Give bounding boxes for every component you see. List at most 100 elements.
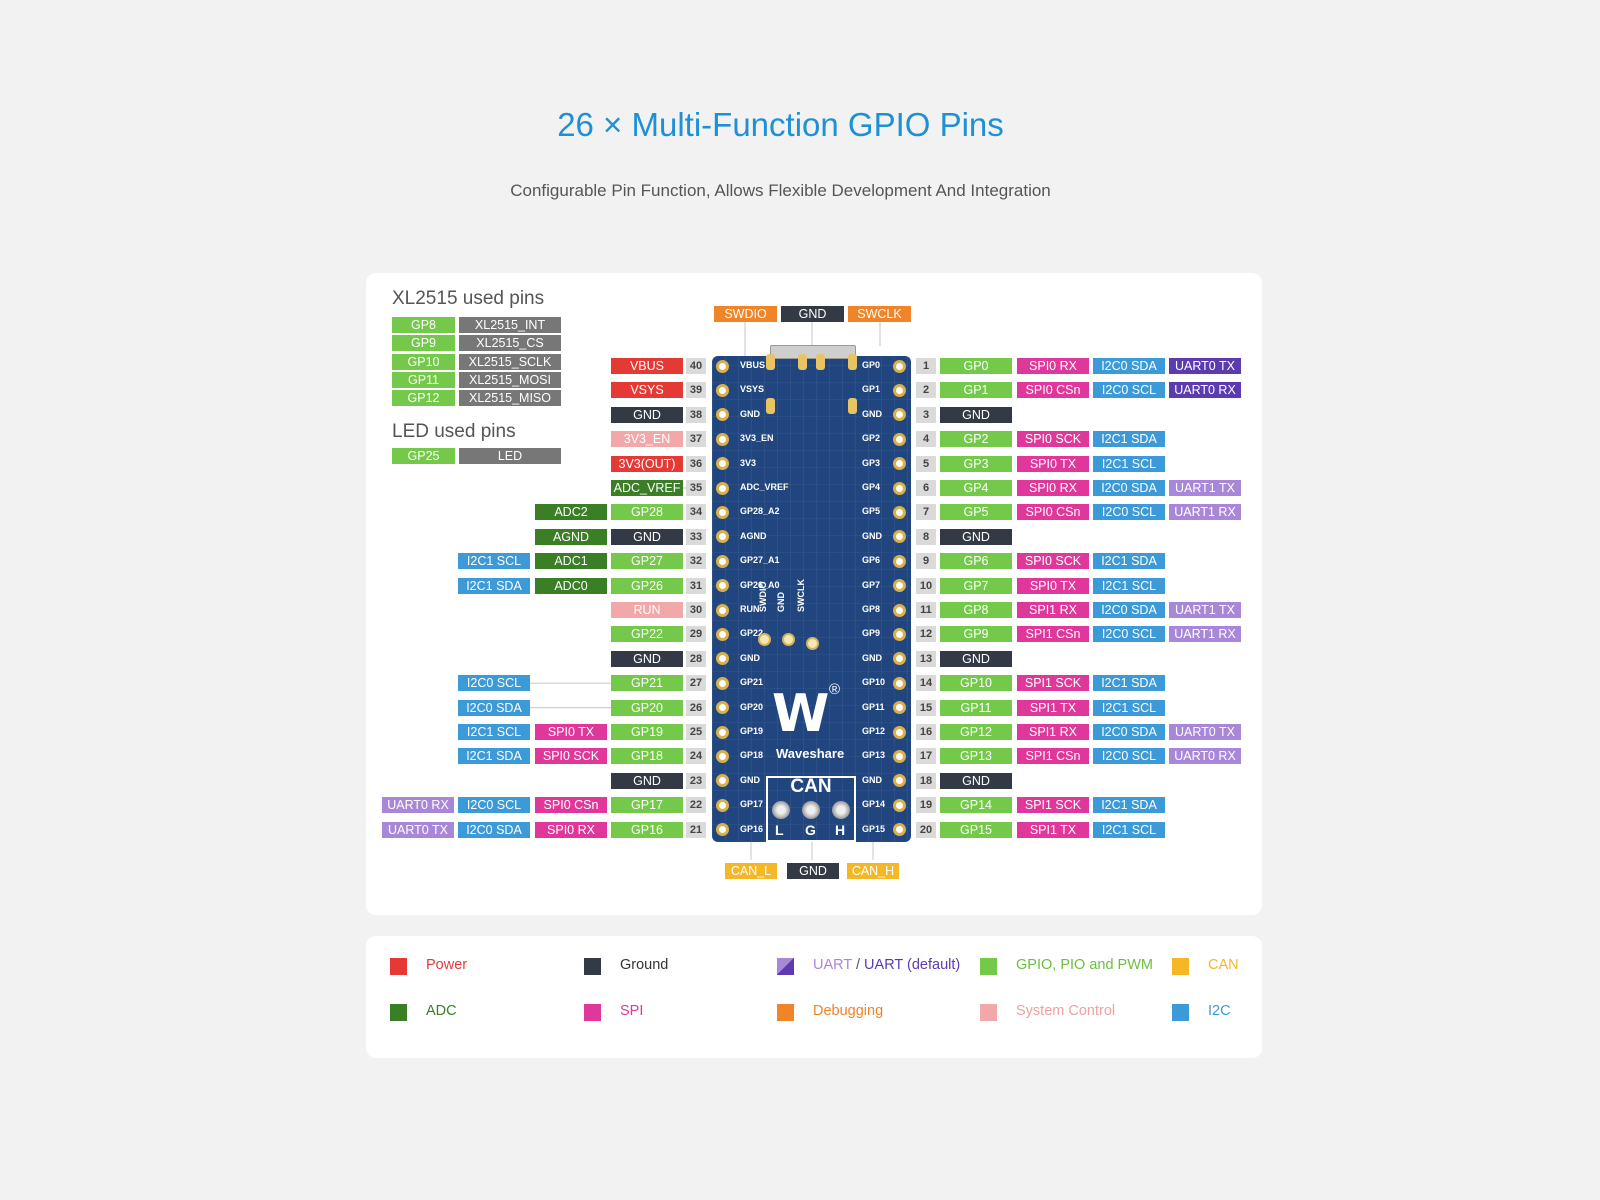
waveshare-logo-icon: W [772, 684, 829, 744]
bottom-header-tag: CAN_L [725, 863, 777, 879]
right-pin-tag: SPI1 TX [1017, 699, 1089, 716]
pin-pad [893, 505, 906, 519]
pin-number: 8 [916, 528, 936, 545]
pin-number: 27 [686, 675, 706, 692]
can-swatch [1172, 958, 1189, 975]
registered-mark: ® [829, 681, 841, 698]
can-label: CAN [790, 776, 832, 797]
right-pin-tag: SPI0 SCK [1017, 431, 1089, 448]
right-pin-tag: SPI1 RX [1017, 724, 1089, 740]
legend-label-i2c: I2C [1208, 1003, 1231, 1019]
left-pin-tag: SPI0 TX [535, 724, 607, 740]
left-pin-tag: GP28 [611, 504, 683, 521]
spi-swatch [584, 1004, 601, 1021]
can-pin-label: L [775, 822, 784, 838]
bottom-header-tag: GND [787, 863, 839, 879]
board-pin-label: GP10 [862, 677, 886, 688]
board-pin-label: GP15 [862, 823, 886, 834]
left-pin-tag: I2C0 SDA [458, 821, 530, 838]
right-pin-tag: UART0 TX [1169, 358, 1241, 374]
board-pin-label: RUN [740, 604, 760, 614]
right-pin-tag: I2C0 SCL [1093, 504, 1165, 521]
pin-number: 18 [916, 772, 936, 789]
board-pin-label: GP17 [740, 799, 764, 810]
right-pin-tag: SPI0 TX [1017, 577, 1089, 594]
can-pin-label: H [835, 822, 846, 838]
right-pin-tag: GP14 [940, 797, 1012, 814]
right-pin-tag: GND [940, 528, 1012, 545]
board-pin-label: GP9 [862, 628, 881, 639]
gold-pad [816, 354, 825, 370]
left-pin-tag: ADC1 [535, 553, 607, 570]
pin-pad [893, 823, 906, 837]
right-pin-tag: I2C0 SCL [1093, 382, 1165, 399]
left-pin-tag: I2C1 SDA [458, 748, 530, 765]
legend-separator: / [851, 957, 865, 973]
debug-pad [806, 637, 819, 650]
left-pin-tag: GND [611, 406, 683, 423]
left-pin-tag: GP21 [611, 675, 683, 692]
pin-number: 6 [916, 480, 936, 496]
board-pin-label: GP3 [862, 457, 881, 468]
right-pin-tag: SPI0 RX [1017, 358, 1089, 374]
right-pin-tag: GP2 [940, 431, 1012, 448]
board-pin-label: ADC_VREF [740, 482, 789, 492]
board-pin-label: GP16 [740, 823, 764, 834]
xl2515-gp-tag: GP10 [392, 353, 455, 370]
left-pin-tag: RUN [611, 602, 683, 618]
board-pin-label: GP7 [862, 579, 881, 590]
pin-number: 32 [686, 553, 706, 570]
right-pin-tag: UART1 TX [1169, 480, 1241, 496]
pin-pad [716, 383, 729, 397]
left-pin-tag: GP16 [611, 821, 683, 838]
left-pin-tag: GND [611, 772, 683, 789]
board-pin-label: GND [740, 652, 760, 663]
i2c-swatch [1172, 1004, 1189, 1021]
right-pin-tag: I2C1 SCL [1093, 699, 1165, 716]
pin-number: 28 [686, 650, 706, 667]
can-pin-label: G [805, 822, 816, 838]
left-pin-tag: SPI0 CSn [535, 797, 607, 814]
left-pin-tag: GP26 [611, 577, 683, 594]
legend-uart-default-label: UART (default) [864, 957, 961, 973]
legend-label-uart: UART / UART (default) [813, 957, 960, 973]
pin-number: 10 [916, 577, 936, 594]
board-pin-label: GP13 [862, 750, 886, 761]
legend-uart-label: UART [813, 957, 852, 973]
pin-pad [893, 383, 906, 397]
pin-number: 1 [916, 358, 936, 374]
right-pin-tag: I2C1 SCL [1093, 577, 1165, 594]
left-pin-tag: SPI0 SCK [535, 748, 607, 765]
right-pin-tag: I2C1 SCL [1093, 821, 1165, 838]
legend-label-can: CAN [1208, 957, 1239, 973]
pin-pad [893, 676, 906, 690]
xl2515-fn-tag: XL2515_MISO [459, 390, 561, 407]
board-pin-label: GP8 [862, 604, 881, 614]
pin-number: 19 [916, 797, 936, 814]
pin-number: 33 [686, 528, 706, 545]
bottom-header-tag: CAN_H [847, 863, 899, 879]
board-pin-label: 3V3 [740, 457, 757, 468]
board-pin-label: GP5 [862, 506, 881, 517]
left-pin-tag: UART0 RX [382, 797, 454, 814]
power-swatch [390, 958, 407, 975]
right-pin-tag: I2C0 SCL [1093, 626, 1165, 643]
pin-pad [716, 481, 729, 495]
board-pin-label: AGND [740, 530, 767, 541]
board-pin-label: GND [862, 408, 882, 419]
left-pin-tag: I2C1 SCL [458, 724, 530, 740]
xl2515-heading: XL2515 used pins [392, 288, 545, 309]
pin-number: 7 [916, 504, 936, 521]
right-pin-tag: SPI0 CSn [1017, 504, 1089, 521]
left-pin-tag: I2C0 SCL [458, 797, 530, 814]
sysctrl-swatch [980, 1004, 997, 1021]
pin-number: 34 [686, 504, 706, 521]
led-heading: LED used pins [392, 421, 516, 442]
board-pin-label: GP6 [862, 555, 881, 566]
pin-pad [893, 749, 906, 763]
right-pin-tag: UART0 RX [1169, 748, 1241, 765]
left-pin-tag: I2C1 SCL [458, 553, 530, 570]
pin-number: 23 [686, 772, 706, 789]
right-pin-tag: I2C1 SDA [1093, 675, 1165, 692]
pin-pad [716, 627, 729, 641]
